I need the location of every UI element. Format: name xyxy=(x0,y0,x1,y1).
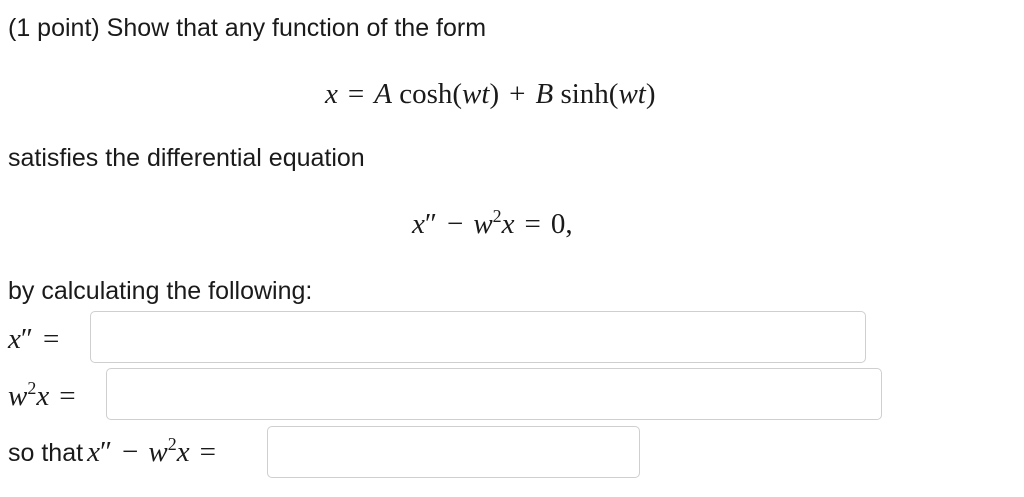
eq-close1: ) xyxy=(489,78,500,110)
eq-equals: = xyxy=(347,78,365,110)
de-minus: − xyxy=(446,208,464,240)
label-minus: − xyxy=(122,436,139,468)
differential-equation: x″ − w2x = 0, xyxy=(412,207,573,240)
function-form-equation: x = A cosh(wt) + B sinh(wt) xyxy=(325,80,656,109)
difference-input[interactable] xyxy=(267,426,640,478)
label-exp: 2 xyxy=(167,433,177,454)
problem-page: (1 point) Show that any function of the … xyxy=(0,0,1024,497)
label-w: w xyxy=(8,380,28,412)
label-x2: x xyxy=(176,436,190,468)
label-equals: = xyxy=(42,323,60,355)
difference-label: so that x″ − w2x = xyxy=(8,435,226,468)
eq-x: x xyxy=(325,78,338,110)
de-equals: = xyxy=(524,208,541,240)
de-primes: ″ xyxy=(424,208,437,240)
eq-A: A xyxy=(374,78,392,110)
label-w: w xyxy=(148,436,168,468)
satisfies-text: satisfies the differential equation xyxy=(8,144,365,172)
de-exp: 2 xyxy=(492,205,502,226)
de-x2: x xyxy=(501,208,515,240)
w2x-label: w2x = xyxy=(8,379,86,412)
eq-close2: ) xyxy=(645,78,656,110)
x-double-prime-input[interactable] xyxy=(90,311,866,363)
x-double-prime-label: x″ = xyxy=(8,325,69,354)
so-that-text: so that xyxy=(8,439,84,467)
label-primes: ″ xyxy=(20,323,33,355)
de-x: x xyxy=(412,208,425,240)
label-primes: ″ xyxy=(99,436,113,468)
label-x: x xyxy=(36,380,50,412)
de-rhs: 0, xyxy=(550,208,573,240)
label-equals: = xyxy=(199,436,216,468)
problem-intro: (1 point) Show that any function of the … xyxy=(8,14,487,42)
label-x: x xyxy=(8,323,21,355)
label-x: x xyxy=(87,436,100,468)
w2x-input[interactable] xyxy=(106,368,882,420)
eq-wt1: wt xyxy=(462,78,490,110)
de-w: w xyxy=(473,208,493,240)
label-equals: = xyxy=(59,380,76,412)
label-exp: 2 xyxy=(27,377,37,398)
eq-cosh: cosh( xyxy=(399,78,463,110)
eq-plus: + xyxy=(509,78,526,110)
by-calculating-text: by calculating the following: xyxy=(8,277,313,305)
eq-wt2: wt xyxy=(618,78,646,110)
eq-B: B xyxy=(535,78,554,110)
eq-sinh: sinh( xyxy=(560,78,619,110)
